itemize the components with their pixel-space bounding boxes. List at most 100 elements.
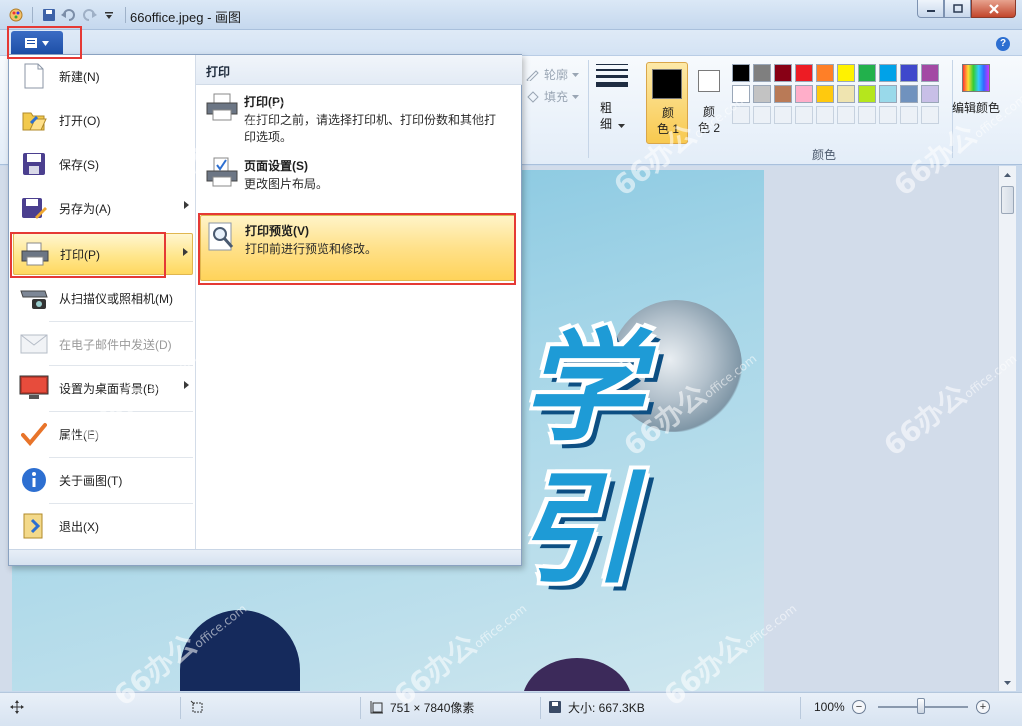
menu-item-new[interactable]: 新建(N) xyxy=(13,55,193,97)
submenu-arrow-icon xyxy=(183,248,188,256)
desktop-icon xyxy=(19,373,49,403)
menu-item-label: 打开(O) xyxy=(59,113,101,128)
exit-icon xyxy=(19,511,49,541)
minimize-icon xyxy=(926,9,935,12)
zoom-out-icon: − xyxy=(852,700,866,714)
palette-swatch[interactable] xyxy=(753,64,771,82)
checkmark-icon xyxy=(19,419,49,449)
paint-app-icon[interactable] xyxy=(6,5,26,25)
status-divider xyxy=(540,697,541,719)
palette-swatch[interactable] xyxy=(879,85,897,103)
palette-swatch[interactable] xyxy=(900,64,918,82)
character-hair xyxy=(522,658,632,691)
colors-group-label: 颜色 xyxy=(812,148,837,162)
palette-swatch[interactable] xyxy=(837,64,855,82)
menu-item-label: 从扫描仪或照相机(M) xyxy=(59,291,173,306)
submenu-item-page-setup[interactable]: 页面设置(S) 更改图片布局。 xyxy=(200,151,516,199)
palette-empty-slot[interactable] xyxy=(900,106,918,124)
palette-empty-slot[interactable] xyxy=(858,106,876,124)
file-menu-footer xyxy=(9,549,521,565)
maximize-button[interactable] xyxy=(944,0,971,18)
annotation-box xyxy=(7,26,82,59)
menu-item-label: 关于画图(T) xyxy=(59,473,123,488)
palette-swatch[interactable] xyxy=(837,85,855,103)
save-icon[interactable] xyxy=(39,5,59,25)
menu-item-scanner[interactable]: 从扫描仪或照相机(M) xyxy=(13,277,193,319)
cursor-position xyxy=(10,693,24,721)
palette-empty-slot[interactable] xyxy=(837,106,855,124)
selection-icon xyxy=(190,700,203,713)
zoom-slider-thumb[interactable] xyxy=(917,698,925,714)
palette-empty-slot[interactable] xyxy=(795,106,813,124)
submenu-arrow-icon xyxy=(184,381,189,389)
info-icon xyxy=(19,465,49,495)
palette-swatch[interactable] xyxy=(795,85,813,103)
fill-label: 填充 xyxy=(544,90,569,104)
palette-empty-slot[interactable] xyxy=(753,106,771,124)
close-button[interactable] xyxy=(971,0,1016,18)
outline-brush-icon xyxy=(526,69,539,81)
palette-swatch[interactable] xyxy=(795,64,813,82)
scroll-down-icon[interactable] xyxy=(999,674,1016,691)
redo-icon[interactable] xyxy=(79,5,99,25)
palette-swatch[interactable] xyxy=(774,64,792,82)
minimize-button[interactable] xyxy=(917,0,944,18)
thickness-line xyxy=(596,82,628,87)
quick-access-toolbar xyxy=(6,5,126,25)
palette-swatch[interactable] xyxy=(900,85,918,103)
scroll-thumb[interactable] xyxy=(1001,186,1014,214)
status-divider xyxy=(180,697,181,719)
palette-swatch[interactable] xyxy=(879,64,897,82)
fill-bucket-icon xyxy=(527,90,539,103)
menu-separator xyxy=(49,457,193,458)
palette-swatch[interactable] xyxy=(921,85,939,103)
menu-item-open[interactable]: 打开(O) xyxy=(13,99,193,141)
menu-item-label: 另存为(A) xyxy=(59,201,111,216)
palette-empty-slot[interactable] xyxy=(921,106,939,124)
ribbon-tab-strip xyxy=(0,30,1022,55)
dimensions-icon xyxy=(370,701,383,714)
undo-icon[interactable] xyxy=(59,5,79,25)
palette-swatch[interactable] xyxy=(753,85,771,103)
palette-swatch[interactable] xyxy=(816,64,834,82)
palette-swatch[interactable] xyxy=(858,64,876,82)
ribbon-separator xyxy=(588,60,589,158)
qa-separator xyxy=(32,7,33,23)
palette-empty-slot[interactable] xyxy=(774,106,792,124)
zoom-in-button[interactable]: + xyxy=(976,693,990,721)
outline-label: 轮廓 xyxy=(544,68,569,82)
status-divider xyxy=(360,697,361,719)
fill-dropdown[interactable]: 填充 xyxy=(526,88,580,105)
menu-separator xyxy=(49,503,193,504)
chevron-down-icon xyxy=(618,124,625,128)
status-divider xyxy=(800,697,801,719)
palette-empty-slot[interactable] xyxy=(879,106,897,124)
zoom-in-icon: + xyxy=(976,700,990,714)
palette-swatch[interactable] xyxy=(774,85,792,103)
zoom-out-button[interactable]: − xyxy=(852,693,866,721)
annotation-box xyxy=(10,232,166,278)
color1-swatch xyxy=(652,69,682,99)
menu-item-about[interactable]: 关于画图(T) xyxy=(13,459,193,501)
edit-colors-icon[interactable] xyxy=(962,64,990,92)
palette-swatch[interactable] xyxy=(816,85,834,103)
email-icon xyxy=(19,329,49,359)
new-document-icon xyxy=(19,61,49,91)
menu-item-exit[interactable]: 退出(X) xyxy=(13,505,193,547)
palette-empty-slot[interactable] xyxy=(816,106,834,124)
restore-icon xyxy=(952,4,963,13)
menu-item-label: 在电子邮件中发送(D) xyxy=(59,337,172,352)
outline-dropdown[interactable]: 轮廓 xyxy=(526,66,580,83)
palette-swatch[interactable] xyxy=(921,64,939,82)
palette-swatch[interactable] xyxy=(732,64,750,82)
thickness-line xyxy=(596,69,628,71)
customize-qa-icon[interactable] xyxy=(99,5,119,25)
color-palette xyxy=(732,64,939,124)
zoom-level: 100% xyxy=(814,700,845,714)
help-icon[interactable]: ? xyxy=(996,37,1010,51)
scroll-up-icon[interactable] xyxy=(999,166,1016,183)
thickness-button[interactable] xyxy=(596,64,632,91)
palette-swatch[interactable] xyxy=(858,85,876,103)
menu-item-label: 新建(N) xyxy=(59,69,100,84)
vertical-scrollbar[interactable] xyxy=(998,166,1016,691)
